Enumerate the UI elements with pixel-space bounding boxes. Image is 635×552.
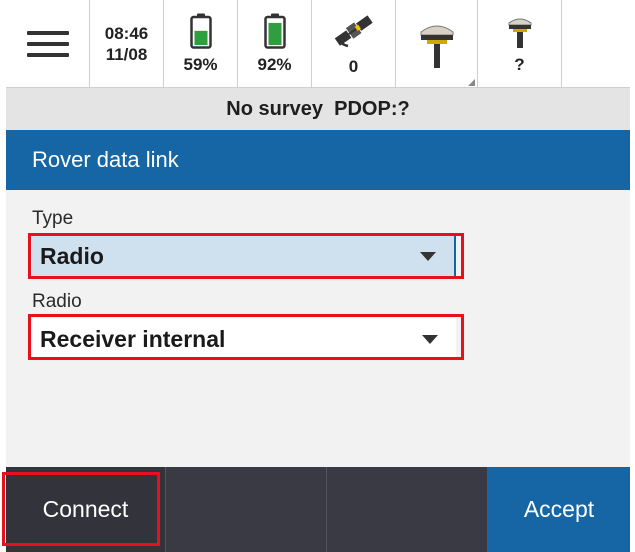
app-window: 08:46 11/08 59% 92% 0 ? No survey PDOP:?… [6,0,630,552]
pdop-text: PDOP:? [334,97,410,120]
satellites-status[interactable]: 0 [312,0,396,88]
pdop-spacer [323,98,334,121]
rover-label: ? [514,55,525,74]
menu-button[interactable] [6,0,90,88]
satellites-count: 0 [348,57,359,76]
controller-battery[interactable]: 59% [164,0,238,88]
time-text: 08:46 [104,24,149,43]
connect-highlight-box [2,472,160,546]
softkey-3-button[interactable] [327,467,488,552]
gnss-receiver-icon [420,25,453,68]
receiver-status[interactable] [396,0,478,88]
survey-status-text: No survey [226,97,324,120]
battery-2-label: 92% [257,55,292,74]
rover-antenna-icon [508,18,531,48]
expand-corner-icon [468,79,475,86]
battery-1-label: 59% [183,55,218,74]
survey-info-strip: No survey PDOP:? [6,88,630,130]
radio-highlight-box [28,314,464,360]
type-label: Type [32,208,74,229]
receiver-battery[interactable]: 92% [238,0,312,88]
type-highlight-box [28,233,464,279]
radio-label: Radio [32,291,82,312]
page-title: Rover data link [32,147,179,172]
status-empty-cell [562,0,630,88]
satellite-icon [334,15,373,48]
battery-icon [263,13,286,49]
clock: 08:46 11/08 [90,0,164,88]
page-title-bar: Rover data link [6,130,630,190]
date-text: 11/08 [105,45,148,64]
status-bar: 08:46 11/08 59% 92% 0 ? [6,0,630,88]
accept-button[interactable]: Accept [488,467,630,552]
rover-status[interactable]: ? [478,0,562,88]
battery-icon [189,13,212,49]
hamburger-icon [26,24,69,64]
softkey-2-button[interactable] [166,467,327,552]
